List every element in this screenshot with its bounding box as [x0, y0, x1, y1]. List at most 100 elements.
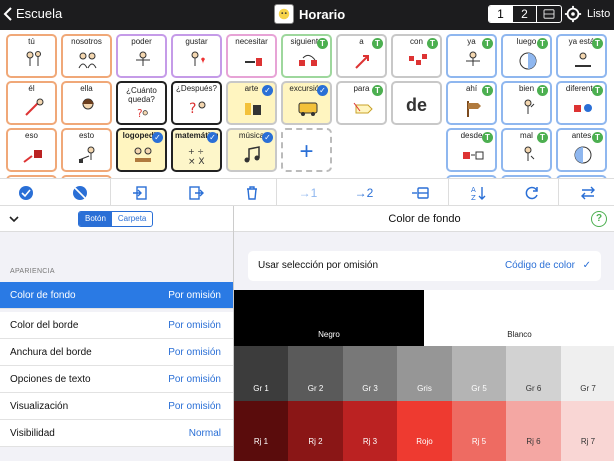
- symbol-cell[interactable]: para T: [336, 81, 387, 125]
- symbol-cell[interactable]: bien T: [501, 81, 552, 125]
- person-icon: [26, 51, 41, 66]
- move-to-folder-button[interactable]: [408, 183, 432, 203]
- color-swatch[interactable]: Negro: [234, 290, 424, 346]
- color-swatch[interactable]: Gr 3: [343, 346, 397, 401]
- color-swatch[interactable]: Rj 7: [561, 401, 614, 461]
- color-swatch[interactable]: Rj 1: [234, 401, 288, 461]
- symbol-cell[interactable]: ¿Cuánto queda??: [116, 81, 167, 125]
- tray-icon: [543, 9, 555, 19]
- color-swatch[interactable]: Rj 6: [506, 401, 561, 461]
- symbol-cell[interactable]: antes T: [556, 128, 607, 172]
- property-label: Opciones de texto: [10, 374, 91, 385]
- sort-button[interactable]: AZ: [468, 183, 488, 203]
- cell-label: nosotros: [71, 37, 102, 46]
- symbol-cell[interactable]: logopedia ✓: [116, 128, 167, 172]
- color-swatch[interactable]: Rj 2: [288, 401, 343, 461]
- back-button[interactable]: Escuela: [2, 6, 62, 21]
- property-row-background-color[interactable]: Color de fondo Por omisión: [0, 282, 233, 309]
- color-swatch[interactable]: Rj 3: [343, 401, 397, 461]
- color-swatch[interactable]: Gris: [397, 346, 452, 401]
- color-swatch[interactable]: Gr 5: [452, 346, 506, 401]
- symbol-cell[interactable]: ella: [61, 81, 112, 125]
- color-swatch[interactable]: Blanco: [424, 290, 614, 346]
- property-row-visibility[interactable]: Visibilidad Normal: [0, 420, 233, 447]
- link-badge-icon: T: [482, 38, 493, 49]
- copy-button[interactable]: [186, 183, 206, 203]
- swatch-label: Rj 6: [526, 437, 541, 446]
- move-to-page-2-button[interactable]: →2: [352, 183, 376, 203]
- symbol-cell[interactable]: ya T: [446, 34, 497, 78]
- deselect-all-button[interactable]: [70, 183, 90, 203]
- symbol-cell[interactable]: ahí T: [446, 81, 497, 125]
- folder-page-button[interactable]: [537, 6, 561, 22]
- symbol-cell[interactable]: mal T: [501, 128, 552, 172]
- page-1-button[interactable]: 1: [489, 6, 513, 22]
- symbol-cell[interactable]: arte ✓: [226, 81, 277, 125]
- swap-button[interactable]: [578, 183, 598, 203]
- symbol-cell[interactable]: tú: [6, 34, 57, 78]
- color-swatch[interactable]: Gr 2: [288, 346, 343, 401]
- symbol-cell[interactable]: ya está T: [556, 34, 607, 78]
- page-2-button[interactable]: 2: [513, 6, 537, 22]
- symbol-cell[interactable]: esto: [61, 128, 112, 172]
- check-badge-icon: ✓: [207, 132, 218, 143]
- import-button[interactable]: [130, 183, 150, 203]
- color-swatch[interactable]: Gr 6: [506, 346, 561, 401]
- heart-person-icon: [191, 51, 205, 66]
- color-swatch[interactable]: Gr 7: [561, 346, 614, 401]
- color-swatch[interactable]: Rojo: [397, 401, 452, 461]
- math-icon: + ÷× X: [188, 147, 205, 166]
- gear-icon[interactable]: [564, 5, 582, 23]
- property-value: Por omisión: [168, 401, 221, 412]
- link-badge-icon: T: [537, 38, 548, 49]
- property-row-border-color[interactable]: Color del borde Por omisión: [0, 312, 233, 339]
- symbol-cell[interactable]: necesitar: [226, 34, 277, 78]
- symbol-cell[interactable]: de: [391, 81, 442, 125]
- symbol-cell[interactable]: nosotros: [61, 34, 112, 78]
- edit-toolbar: →1 →2 AZ: [0, 178, 614, 207]
- symbol-cell[interactable]: con T: [391, 34, 442, 78]
- symbol-cell[interactable]: desde T: [446, 128, 497, 172]
- chevron-left-icon: [3, 6, 12, 21]
- use-default-row[interactable]: Usar selección por omisión Código de col…: [248, 251, 601, 281]
- symbol-cell[interactable]: eso: [6, 128, 57, 172]
- color-swatch[interactable]: Rj 5: [452, 401, 506, 461]
- symbol-cell[interactable]: él: [6, 81, 57, 125]
- add-button-cell[interactable]: +: [281, 128, 332, 172]
- question-icon: ?: [137, 109, 148, 120]
- link-badge-icon: T: [592, 38, 603, 49]
- mode-button-tab[interactable]: Botón: [79, 212, 112, 226]
- mode-folder-tab[interactable]: Carpeta: [112, 212, 152, 226]
- property-row-border-width[interactable]: Anchura del borde Por omisión: [0, 339, 233, 366]
- done-button[interactable]: Listo: [587, 8, 610, 20]
- properties-panel: Botón Carpeta APARIENCIA Color de fondo P…: [0, 206, 233, 461]
- symbol-cell[interactable]: excursión ✓: [281, 81, 332, 125]
- refresh-button[interactable]: [522, 183, 542, 203]
- symbol-cell[interactable]: luego T: [501, 34, 552, 78]
- good-icon: [524, 99, 535, 114]
- help-icon[interactable]: ?: [591, 211, 607, 227]
- arrow-tray-icon: [412, 187, 429, 199]
- property-row-text-options[interactable]: Opciones de texto Por omisión: [0, 366, 233, 393]
- color-swatch[interactable]: Gr 1: [234, 346, 288, 401]
- chevron-down-icon[interactable]: [8, 213, 20, 225]
- symbol-cell[interactable]: gustar: [171, 34, 222, 78]
- bus-icon: [298, 102, 318, 116]
- symbol-cell[interactable]: aT: [336, 34, 387, 78]
- symbol-cell[interactable]: música ✓: [226, 128, 277, 172]
- move-to-page-1-button[interactable]: →1: [296, 183, 320, 203]
- property-row-display[interactable]: Visualización Por omisión: [0, 393, 233, 420]
- swatch-label: Blanco: [507, 330, 532, 339]
- property-label: Anchura del borde: [10, 347, 92, 358]
- symbol-cell[interactable]: ¿Después??: [171, 81, 222, 125]
- select-all-button[interactable]: [16, 183, 36, 203]
- symbol-cell[interactable]: poder: [116, 34, 167, 78]
- swatch-label: Gr 7: [580, 384, 596, 393]
- delete-button[interactable]: [242, 183, 262, 203]
- section-header: APARIENCIA: [10, 268, 55, 275]
- symbol-cell[interactable]: matemáticas✓+ ÷× X: [171, 128, 222, 172]
- no-select-icon: [73, 186, 87, 200]
- symbol-cell[interactable]: diferente T: [556, 81, 607, 125]
- symbol-cell[interactable]: siguiente T: [281, 34, 332, 78]
- finished-icon: [575, 52, 591, 67]
